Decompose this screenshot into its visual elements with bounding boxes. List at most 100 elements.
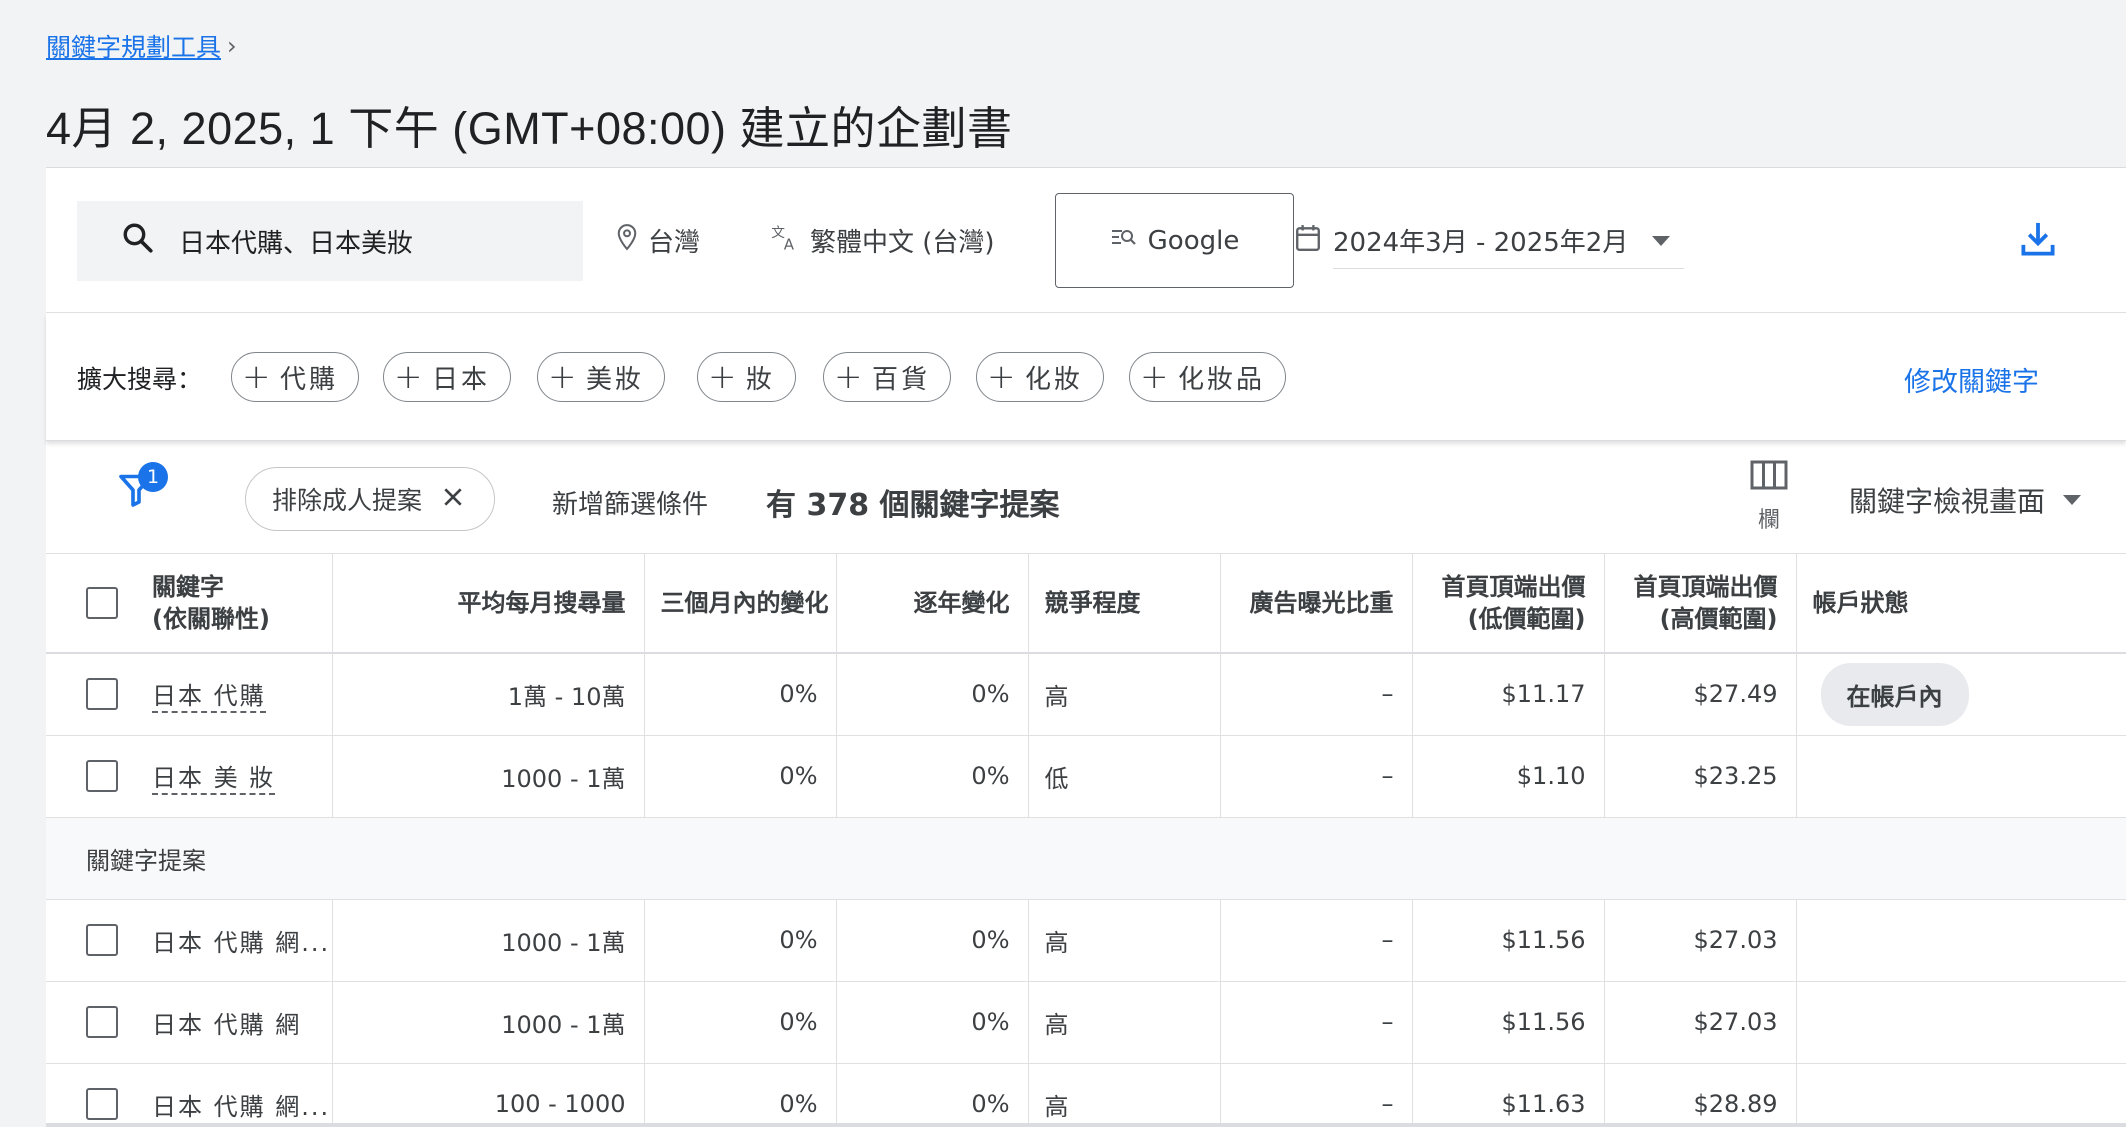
keyword-view-label: 關鍵字檢視畫面 xyxy=(1849,485,2046,518)
bid-high-cell: $23.25 xyxy=(1604,735,1797,818)
broaden-search-row: 擴大搜尋： + 代購 + 日本 + 美妝 + 妝 + 百貨 + 化妝 + 化妝品 修改關鍵字 xyxy=(46,314,2126,441)
top-bid-high-header[interactable]: 首頁頂端出價 (高價範圍) xyxy=(1604,554,1797,654)
search-settings-bar: 日本代購、日本美妝 台灣 文A 繁體中文 (台灣) Google 2024年3月… xyxy=(46,168,2126,313)
location-pin-icon xyxy=(616,223,638,258)
search-query-text: 日本代購、日本美妝 xyxy=(179,228,414,259)
table-row[interactable]: 日本 美 妝 1000 - 1萬 0% 0% 低 – $1.10 $23.25 xyxy=(46,735,2126,818)
columns-button[interactable]: 欄 xyxy=(1750,460,1788,534)
account-status-header[interactable]: 帳戶狀態 xyxy=(1796,554,2126,654)
table-row[interactable]: 日本 代購 1萬 - 10萬 0% 0% 高 – $11.17 $27.49 在… xyxy=(46,653,2126,736)
search-icon xyxy=(121,221,155,262)
keyword-ideas-section-label: 關鍵字提案 xyxy=(46,817,2126,900)
filter-button[interactable]: 1 xyxy=(118,462,168,512)
search-network-selector[interactable]: Google xyxy=(1055,193,1294,288)
row-checkbox[interactable] xyxy=(86,760,118,792)
competition-cell: 高 xyxy=(1028,1063,1221,1127)
chevron-right-icon: › xyxy=(227,32,237,60)
row-checkbox[interactable] xyxy=(86,924,118,956)
search-network-label: Google xyxy=(1147,225,1240,256)
language-selector[interactable]: 文A 繁體中文 (台灣) xyxy=(770,222,994,259)
active-filter-chip[interactable]: 排除成人提案 xyxy=(245,467,495,531)
download-button[interactable] xyxy=(2020,220,2056,262)
page-title: 4月 2, 2025, 1 下午 (GMT+08:00) 建立的企劃書 xyxy=(46,103,1013,154)
header-label: 關鍵字 xyxy=(152,572,224,601)
translate-icon: 文A xyxy=(770,222,800,259)
plus-icon: + xyxy=(548,357,580,397)
yoy-change-header[interactable]: 逐年變化 xyxy=(836,554,1029,654)
competition-header[interactable]: 競爭程度 xyxy=(1028,554,1221,654)
broaden-chip-4[interactable]: + 妝 xyxy=(697,352,797,402)
keyword-cell[interactable]: 日本 代購 網... xyxy=(152,1087,330,1122)
broaden-chip-3[interactable]: + 美妝 xyxy=(537,352,666,402)
competition-cell: 低 xyxy=(1028,735,1221,818)
plus-icon: + xyxy=(708,357,740,397)
close-icon[interactable] xyxy=(442,485,464,514)
three-month-change-header[interactable]: 三個月內的變化 xyxy=(644,554,837,654)
filter-count-badge: 1 xyxy=(138,462,168,492)
keyword-cell[interactable]: 日本 代購 網 xyxy=(152,1005,301,1040)
broaden-chip-6[interactable]: + 化妝 xyxy=(976,352,1105,402)
table-row[interactable]: 日本 代購 網... 1000 - 1萬 0% 0% 高 – $11.56 $2… xyxy=(46,899,2126,982)
keyword-search-box[interactable]: 日本代購、日本美妝 xyxy=(77,201,583,281)
broaden-search-label: 擴大搜尋： xyxy=(77,365,203,394)
keyword-cell[interactable]: 日本 代購 xyxy=(152,676,266,713)
keyword-count-label: 有 378 個關鍵字提案 xyxy=(766,488,1060,523)
keyword-column-header[interactable]: 關鍵字 (依關聯性) xyxy=(46,554,333,654)
yoy-cell: 0% xyxy=(836,1063,1029,1127)
bid-low-cell: $1.10 xyxy=(1412,735,1605,818)
keyword-plan-card: 日本代購、日本美妝 台灣 文A 繁體中文 (台灣) Google 2024年3月… xyxy=(46,167,2126,1127)
plus-icon: + xyxy=(242,357,274,397)
row-checkbox[interactable] xyxy=(86,1088,118,1120)
section-header-row: 關鍵字提案 xyxy=(46,817,2126,900)
chip-label: 百貨 xyxy=(872,364,931,395)
bid-low-cell: $11.63 xyxy=(1412,1063,1605,1127)
bid-low-cell: $11.17 xyxy=(1412,653,1605,736)
avg-searches-cell: 100 - 1000 xyxy=(332,1063,645,1127)
three-month-cell: 0% xyxy=(644,1063,837,1127)
broaden-chip-2[interactable]: + 日本 xyxy=(383,352,512,402)
avg-monthly-searches-header[interactable]: 平均每月搜尋量 xyxy=(332,554,645,654)
location-selector[interactable]: 台灣 xyxy=(616,222,700,259)
top-bid-low-header[interactable]: 首頁頂端出價 (低價範圍) xyxy=(1412,554,1605,654)
keyword-cell[interactable]: 日本 美 妝 xyxy=(152,758,276,795)
header-label: 首頁頂端出價 xyxy=(1633,572,1778,601)
status-badge: 在帳戶內 xyxy=(1820,662,1969,726)
yoy-cell: 0% xyxy=(836,735,1029,818)
row-checkbox[interactable] xyxy=(86,678,118,711)
chip-label: 妝 xyxy=(746,364,776,395)
chip-label: 美妝 xyxy=(586,364,645,395)
header-label: (依關聯性) xyxy=(152,605,270,633)
table-bottom-divider xyxy=(46,1123,2126,1127)
keyword-cell[interactable]: 日本 代購 網... xyxy=(152,923,330,958)
plus-icon: + xyxy=(834,357,866,397)
date-range-selector[interactable]: 2024年3月 - 2025年2月 xyxy=(1295,208,1684,274)
calendar-icon xyxy=(1295,224,1321,259)
table-row[interactable]: 日本 代購 網... 100 - 1000 0% 0% 高 – $11.63 $… xyxy=(46,1063,2126,1127)
row-checkbox[interactable] xyxy=(86,1006,118,1038)
broaden-chip-7[interactable]: + 化妝品 xyxy=(1129,352,1287,402)
account-status-cell xyxy=(1796,735,2126,818)
plus-icon: + xyxy=(1140,357,1172,397)
search-network-icon xyxy=(1110,225,1138,256)
breadcrumb-keyword-planner-link[interactable]: 關鍵字規劃工具 xyxy=(46,28,221,64)
table-row[interactable]: 日本 代購 網 1000 - 1萬 0% 0% 高 – $11.56 $27.0… xyxy=(46,981,2126,1064)
bid-high-cell: $28.89 xyxy=(1604,1063,1797,1127)
select-all-checkbox[interactable] xyxy=(86,587,118,619)
bid-low-cell: $11.56 xyxy=(1412,981,1605,1064)
chip-label: 代購 xyxy=(280,364,339,395)
plus-icon: + xyxy=(987,357,1019,397)
header-label: (低價範圍) xyxy=(1467,605,1586,633)
broaden-chip-1[interactable]: + 代購 xyxy=(231,352,360,402)
impression-share-header[interactable]: 廣告曝光比重 xyxy=(1220,554,1413,654)
date-range-dropdown[interactable]: 2024年3月 - 2025年2月 xyxy=(1333,213,1684,269)
plus-icon: + xyxy=(394,357,426,397)
edit-keywords-link[interactable]: 修改關鍵字 xyxy=(1904,360,2039,399)
bid-high-cell: $27.03 xyxy=(1604,981,1797,1064)
filter-toolbar: 1 排除成人提案 新增篩選條件 有 378 個關鍵字提案 欄 關鍵字檢視畫面 xyxy=(46,448,2126,554)
broaden-chip-5[interactable]: + 百貨 xyxy=(823,352,952,402)
yoy-cell: 0% xyxy=(836,981,1029,1064)
table-header-row: 關鍵字 (依關聯性) 平均每月搜尋量 三個月內的變化 逐年變化 競爭程度 廣告曝… xyxy=(46,554,2126,654)
add-filter-button[interactable]: 新增篩選條件 xyxy=(552,484,708,521)
keyword-view-dropdown[interactable]: 關鍵字檢視畫面 xyxy=(1849,480,2082,520)
three-month-cell: 0% xyxy=(644,899,837,982)
